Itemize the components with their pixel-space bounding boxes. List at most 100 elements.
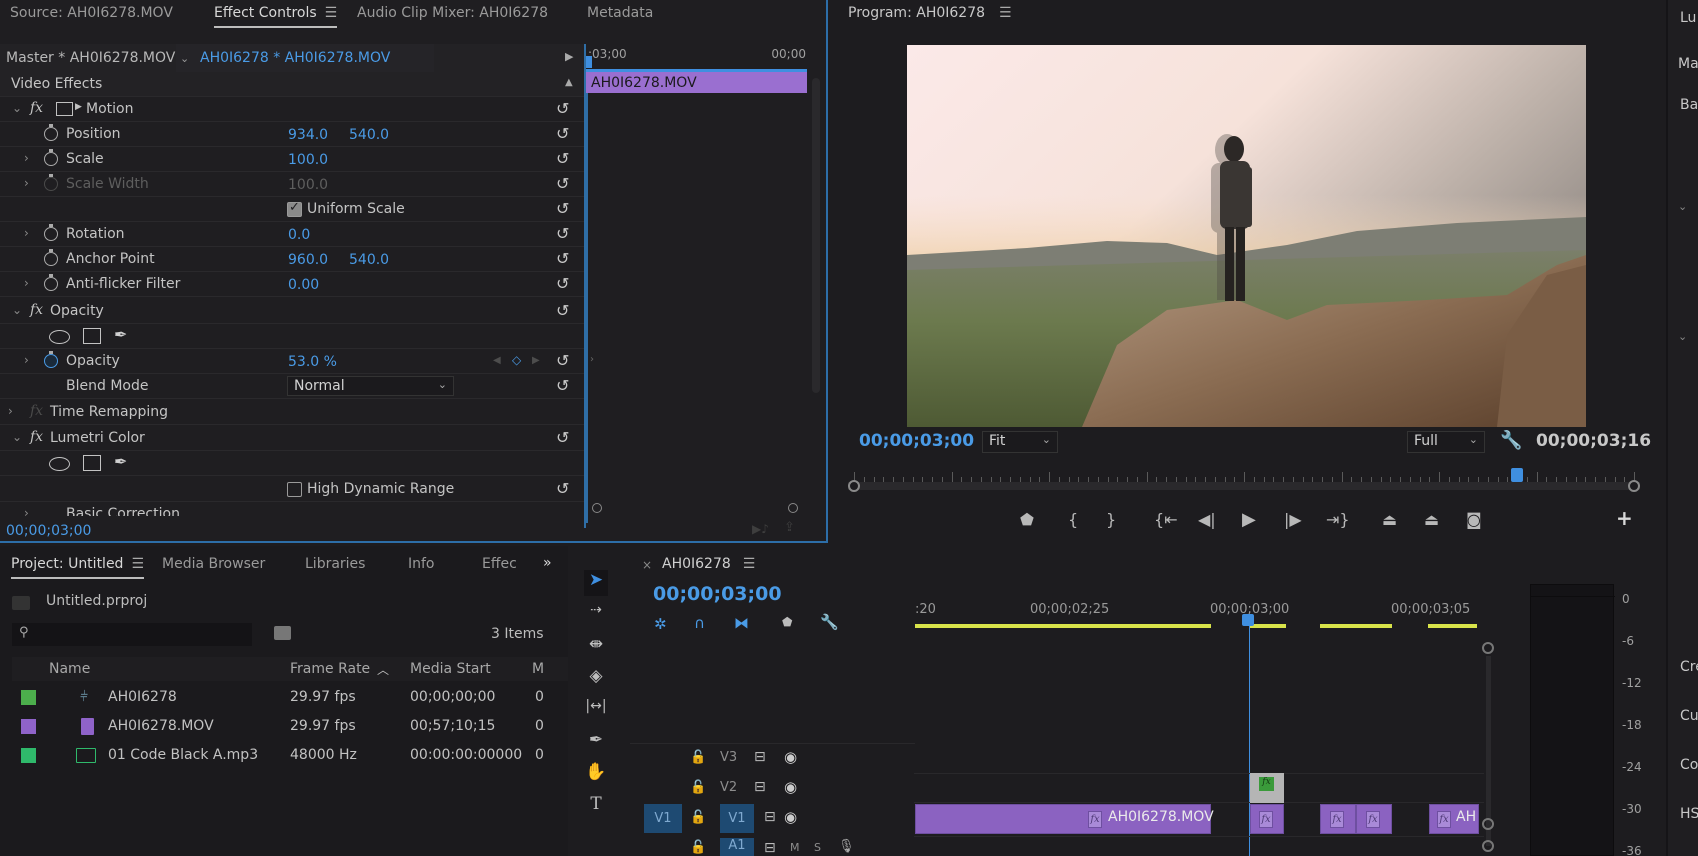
prev-keyframe-icon[interactable]: ◀ bbox=[493, 355, 501, 366]
column-more[interactable]: M bbox=[532, 661, 544, 677]
mute-button[interactable]: M bbox=[790, 841, 800, 854]
chevron-down-icon[interactable]: ⌄ bbox=[12, 430, 22, 444]
tab-audio-clip-mixer[interactable]: Audio Clip Mixer: AH0I6278 bbox=[357, 5, 548, 21]
slip-tool-icon[interactable]: |↔| bbox=[584, 698, 608, 724]
stopwatch-icon[interactable] bbox=[44, 274, 58, 291]
reset-icon[interactable]: ↺ bbox=[556, 428, 569, 447]
tab-effect-controls[interactable]: Effect Controls ☰ bbox=[214, 5, 338, 28]
add-keyframe-icon[interactable]: ◇ bbox=[512, 353, 521, 367]
playhead-icon[interactable] bbox=[586, 56, 592, 68]
wrench-settings-icon[interactable]: 🔧 bbox=[1500, 430, 1522, 451]
chevron-right-icon[interactable]: › bbox=[24, 276, 29, 290]
sequence-clip-selector[interactable]: ⌄ AH0I6278 * AH0I6278.MOV bbox=[176, 44, 434, 72]
mini-clip[interactable]: AH0I6278.MOV bbox=[586, 69, 807, 93]
lift-button[interactable]: ⏏ bbox=[1382, 510, 1397, 529]
effect-lumetri-color[interactable]: ⌄ fx Lumetri Color ↺ bbox=[0, 426, 584, 451]
vertical-scroll-handle[interactable] bbox=[1482, 818, 1494, 830]
effect-opacity[interactable]: ⌄ fx Opacity ↺ bbox=[0, 299, 584, 324]
mark-out-button[interactable]: } bbox=[1106, 510, 1116, 529]
chevron-down-icon[interactable]: ⌄ bbox=[1678, 200, 1687, 213]
tab-source[interactable]: Source: AH0I6278.MOV bbox=[10, 5, 173, 21]
eye-icon[interactable]: ◉ bbox=[784, 748, 797, 766]
reset-icon[interactable]: ↺ bbox=[556, 224, 569, 243]
lock-icon[interactable]: 🔓 bbox=[690, 750, 706, 765]
rectangle-mask-icon[interactable] bbox=[83, 455, 101, 471]
go-to-in-button[interactable]: {⇤ bbox=[1154, 510, 1178, 529]
project-search-input[interactable]: ⚲ bbox=[12, 623, 252, 646]
zoom-level-select[interactable]: Fit ⌄ bbox=[982, 431, 1058, 453]
lumetri-color-wheels-section[interactable]: Co bbox=[1680, 757, 1698, 773]
show-timeline-toggle-icon[interactable]: ▶ bbox=[565, 50, 573, 63]
search-field[interactable] bbox=[38, 625, 243, 643]
rotation-value[interactable]: 0.0 bbox=[288, 227, 310, 243]
chevron-down-icon[interactable]: ⌄ bbox=[12, 101, 22, 115]
pen-mask-icon[interactable]: ✒ bbox=[114, 325, 127, 344]
sync-lock-icon[interactable]: ⊟ bbox=[764, 809, 776, 825]
chevron-down-icon[interactable]: ⌄ bbox=[12, 303, 22, 317]
stopwatch-active-icon[interactable] bbox=[44, 351, 58, 368]
ellipse-mask-icon[interactable] bbox=[49, 457, 70, 471]
label-color-swatch[interactable] bbox=[21, 690, 36, 705]
panel-menu-icon[interactable]: ☰ bbox=[743, 556, 756, 572]
position-x-value[interactable]: 934.0 bbox=[288, 127, 328, 143]
source-patch-v1[interactable]: V1 bbox=[644, 804, 682, 833]
new-search-bin-icon[interactable] bbox=[274, 626, 291, 640]
chevron-right-icon[interactable]: › bbox=[24, 151, 29, 165]
sync-lock-icon[interactable]: ⊟ bbox=[764, 840, 776, 856]
chevron-down-icon[interactable]: ⌄ bbox=[1678, 330, 1687, 343]
stopwatch-icon[interactable] bbox=[44, 224, 58, 241]
timeline-clip[interactable]: fx AH0I6278.MOV bbox=[915, 804, 1214, 834]
project-item[interactable]: AH0I6278.MOV 29.97 fps 00;57;10;15 0 bbox=[0, 712, 568, 741]
track-select-tool-icon[interactable]: ⇢ bbox=[584, 602, 608, 628]
pen-tool-icon[interactable]: ✒ bbox=[584, 730, 608, 756]
uniform-scale-checkbox[interactable] bbox=[287, 200, 302, 217]
scroll-handle-left[interactable] bbox=[592, 503, 602, 513]
selection-tool-icon[interactable]: ➤ bbox=[584, 570, 608, 596]
chevron-right-icon[interactable]: › bbox=[24, 506, 29, 516]
ellipse-mask-icon[interactable] bbox=[49, 330, 70, 344]
reset-icon[interactable]: ↺ bbox=[556, 124, 569, 143]
program-title[interactable]: Program: AH0I6278 ☰ bbox=[848, 5, 1012, 21]
step-back-button[interactable]: ◀| bbox=[1198, 510, 1216, 529]
ripple-edit-tool-icon[interactable]: ⇼ bbox=[584, 634, 608, 660]
stopwatch-icon[interactable] bbox=[44, 249, 58, 266]
fx-icon[interactable]: fx bbox=[30, 302, 43, 318]
in-handle[interactable] bbox=[848, 480, 860, 492]
project-item[interactable]: ⫩ AH0I6278 29.97 fps 00;00;00;00 0 bbox=[0, 683, 568, 712]
reset-icon[interactable]: ↺ bbox=[556, 376, 569, 395]
nest-toggle-icon[interactable]: ✲ bbox=[654, 615, 667, 633]
tab-effects[interactable]: Effec bbox=[482, 556, 517, 572]
program-scrubber[interactable] bbox=[848, 468, 1640, 492]
reset-icon[interactable]: ↺ bbox=[556, 199, 569, 218]
fx-icon[interactable]: fx bbox=[30, 429, 43, 445]
lumetri-creative-section[interactable]: Cre bbox=[1680, 659, 1698, 675]
mark-in-button[interactable]: { bbox=[1068, 510, 1078, 529]
ec-vertical-scrollbar[interactable] bbox=[812, 78, 820, 393]
chevron-right-icon[interactable]: › bbox=[24, 353, 29, 367]
extract-button[interactable]: ⏏ bbox=[1424, 510, 1439, 529]
scale-value[interactable]: 100.0 bbox=[288, 152, 328, 168]
scroll-handle-right[interactable] bbox=[788, 503, 798, 513]
reset-icon[interactable]: ↺ bbox=[556, 351, 569, 370]
audio-scroll-handle[interactable] bbox=[1482, 840, 1494, 852]
solo-button[interactable]: S bbox=[814, 841, 821, 854]
microphone-icon[interactable]: 🎙 bbox=[838, 839, 855, 854]
lumetri-title[interactable]: Lu bbox=[1680, 10, 1696, 26]
out-handle[interactable] bbox=[1628, 480, 1640, 492]
track-target-a1[interactable]: A1 bbox=[720, 838, 754, 856]
timeline-settings-wrench-icon[interactable]: 🔧 bbox=[820, 613, 839, 631]
blend-mode-select[interactable]: Normal ⌄ bbox=[287, 376, 454, 396]
lock-icon[interactable]: 🔓 bbox=[690, 780, 706, 795]
anchor-x-value[interactable]: 960.0 bbox=[288, 252, 328, 268]
column-name[interactable]: Name bbox=[49, 661, 90, 677]
column-media-start[interactable]: Media Start bbox=[410, 661, 491, 677]
program-playhead[interactable] bbox=[1511, 468, 1523, 482]
timeline-clip[interactable]: fx bbox=[1356, 804, 1392, 834]
lumetri-curves-section[interactable]: Cu bbox=[1680, 708, 1698, 724]
chevron-right-icon[interactable]: › bbox=[24, 226, 29, 240]
export-icon[interactable]: ⇪ bbox=[784, 520, 795, 535]
fx-icon[interactable]: fx bbox=[30, 100, 43, 116]
anchor-y-value[interactable]: 540.0 bbox=[349, 252, 389, 268]
play-button[interactable]: ▶ bbox=[1242, 509, 1256, 530]
hdr-checkbox[interactable] bbox=[287, 482, 302, 497]
